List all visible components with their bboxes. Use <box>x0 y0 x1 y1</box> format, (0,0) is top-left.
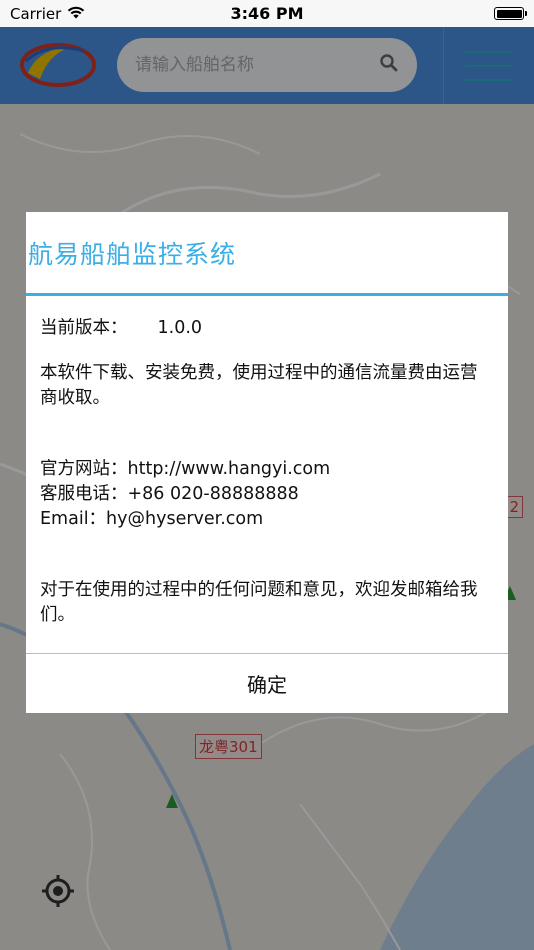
phone-text: 客服电话：+86 020-88888888 <box>40 484 299 504</box>
notice-text: 本软件下载、安装免费，使用过程中的通信流量费由运营商收取。 <box>40 363 478 408</box>
dialog-title: 航易船舶监控系统 <box>26 212 508 296</box>
dialog-body: 当前版本： 1.0.0 本软件下载、安装免费，使用过程中的通信流量费由运营商收取… <box>26 296 508 628</box>
about-dialog: 航易船舶监控系统 当前版本： 1.0.0 本软件下载、安装免费，使用过程中的通信… <box>26 212 508 713</box>
version-label: 当前版本： <box>40 318 128 338</box>
status-left: Carrier <box>10 5 85 23</box>
status-bar: Carrier 3:46 PM <box>0 0 534 27</box>
website-text: 官方网站：http://www.hangyi.com <box>40 459 331 479</box>
confirm-button[interactable]: 确定 <box>26 653 508 713</box>
carrier-label: Carrier <box>10 4 62 23</box>
wifi-icon <box>67 5 85 23</box>
email-text: Email：hy@hyserver.com <box>40 509 264 529</box>
feedback-text: 对于在使用的过程中的任何问题和意见，欢迎发邮箱给我们。 <box>40 580 478 625</box>
battery-icon <box>494 7 527 20</box>
version-value: 1.0.0 <box>157 318 203 338</box>
contact-info: 官方网站：http://www.hangyi.com 客服电话：+86 020-… <box>40 457 494 532</box>
version-row: 当前版本： 1.0.0 <box>40 316 494 341</box>
